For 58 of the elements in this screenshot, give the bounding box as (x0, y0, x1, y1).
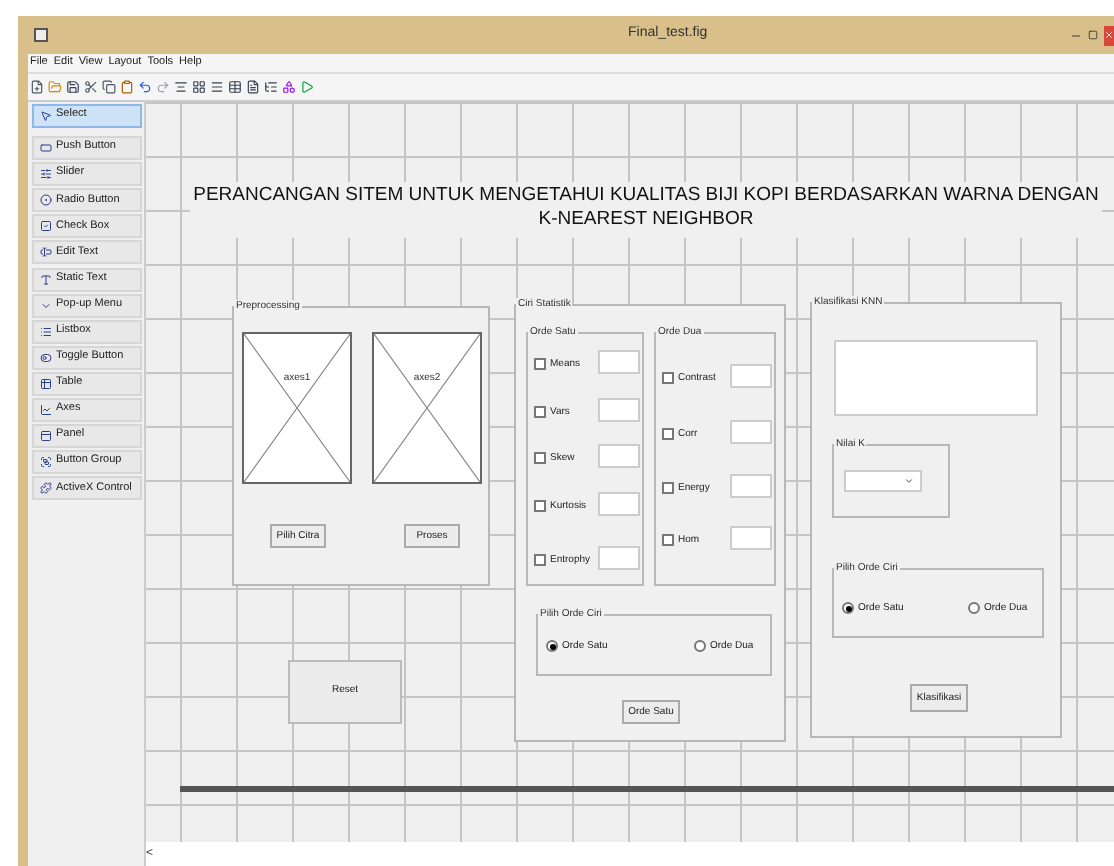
checkbox[interactable] (662, 534, 674, 546)
copy-icon[interactable] (102, 80, 116, 94)
edit-text-field[interactable] (730, 364, 772, 388)
browser-icon[interactable] (282, 80, 296, 94)
checkbox[interactable] (662, 482, 674, 494)
palette-item-icon (40, 142, 52, 155)
palette-item-icon (40, 377, 52, 390)
checkbox[interactable] (534, 358, 546, 370)
edit-text-field[interactable] (730, 474, 772, 498)
palette-item-icon (40, 430, 52, 443)
redo-icon[interactable] (156, 80, 170, 94)
radio-button[interactable] (968, 602, 980, 614)
palette-item-icon (40, 456, 52, 469)
radio-button[interactable] (842, 602, 854, 614)
figure-heading: PERANCANGAN SITEM UNTUK MENGETAHUI KUALITAS BIJI KOPI BERDASARKAN WARNA DENGAN K-NEAREST NEIGHBOR (191, 184, 1101, 232)
palette-item-icon (40, 110, 52, 122)
edit-text-field[interactable] (730, 420, 772, 444)
checkbox[interactable] (534, 500, 546, 512)
palette-item-icon (40, 168, 52, 181)
edit-text-field[interactable] (598, 546, 640, 570)
edit-text-field[interactable] (598, 398, 640, 422)
palette-item-icon (40, 246, 52, 259)
edit-text-field[interactable] (730, 526, 772, 550)
minimize-icon[interactable] (1070, 29, 1082, 41)
menu-editor-icon[interactable] (210, 80, 224, 94)
edit-text-field[interactable] (598, 444, 640, 468)
grid-icon[interactable] (192, 80, 206, 94)
cut-icon[interactable] (84, 80, 98, 94)
edit-text-field[interactable] (598, 350, 640, 374)
radio-button[interactable] (694, 640, 706, 652)
paste-icon[interactable] (120, 80, 134, 94)
palette-item-icon (40, 299, 52, 312)
palette-item-icon (40, 404, 52, 417)
checkbox[interactable] (662, 372, 674, 384)
new-file-icon[interactable] (30, 80, 44, 94)
checkbox[interactable] (534, 452, 546, 464)
maximize-icon[interactable] (1088, 30, 1098, 40)
checkbox[interactable] (662, 428, 674, 440)
undo-icon[interactable] (138, 80, 152, 94)
save-icon[interactable] (66, 80, 80, 94)
editor-icon[interactable] (246, 80, 260, 94)
palette-item-icon (40, 273, 52, 286)
palette-item-icon (40, 194, 52, 207)
checkbox[interactable] (534, 554, 546, 566)
app-logo-icon (34, 28, 48, 42)
run-icon[interactable] (300, 80, 314, 94)
edit-text-field[interactable] (598, 492, 640, 516)
palette-item-icon (40, 482, 52, 495)
checkbox[interactable] (534, 406, 546, 418)
palette-item-icon (40, 351, 52, 364)
palette-item-icon (40, 325, 52, 338)
close-button[interactable] (1104, 25, 1114, 45)
palette-item-icon (40, 220, 52, 233)
align-icon[interactable] (174, 80, 188, 94)
dropdown-caret-icon (904, 476, 914, 486)
inspector-icon[interactable] (264, 80, 278, 94)
radio-button[interactable] (546, 640, 558, 652)
tab-order-icon[interactable] (228, 80, 242, 94)
